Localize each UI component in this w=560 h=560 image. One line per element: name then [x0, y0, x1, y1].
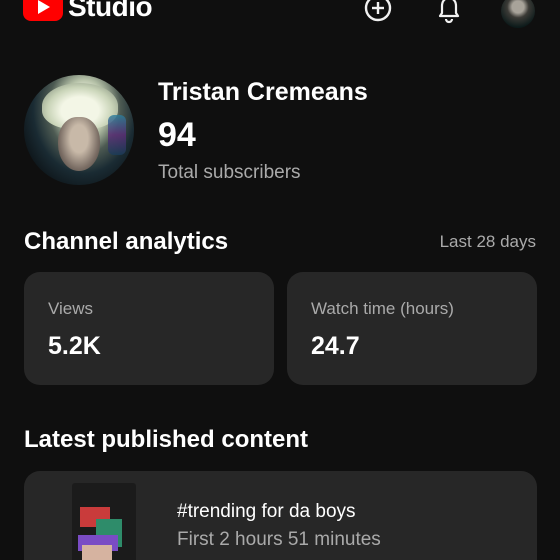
video-thumbnail[interactable] [72, 483, 136, 560]
channel-analytics-title: Channel analytics [24, 228, 229, 255]
channel-avatar[interactable] [24, 75, 134, 185]
youtube-play-icon [23, 0, 63, 21]
analytics-period: Last 28 days [439, 232, 536, 251]
watch-time-value: 24.7 [311, 332, 360, 360]
watch-time-label: Watch time (hours) [311, 299, 454, 318]
subscriber-label: Total subscribers [158, 162, 301, 183]
account-avatar[interactable] [501, 0, 535, 28]
watch-time-card[interactable]: Watch time (hours) 24.7 [287, 272, 537, 385]
add-circle-icon [364, 0, 392, 22]
latest-content-title: Latest published content [24, 426, 309, 453]
top-app-bar: Studio [0, 0, 560, 40]
video-performance: First 2 hours 51 minutes [177, 529, 381, 550]
subscriber-count: 94 [158, 116, 196, 154]
video-title: #trending for da boys [177, 501, 356, 522]
channel-name: Tristan Cremeans [158, 78, 368, 106]
logo-text: Studio [68, 0, 153, 22]
views-label: Views [48, 299, 94, 318]
views-value: 5.2K [48, 332, 101, 360]
bell-icon [438, 0, 460, 24]
create-button[interactable] [363, 0, 393, 26]
notifications-button[interactable] [434, 0, 464, 26]
views-card[interactable]: Views 5.2K [24, 272, 274, 385]
youtube-studio-logo[interactable]: Studio [23, 0, 153, 23]
latest-content-card[interactable]: #trending for da boys First 2 hours 51 m… [24, 471, 537, 560]
